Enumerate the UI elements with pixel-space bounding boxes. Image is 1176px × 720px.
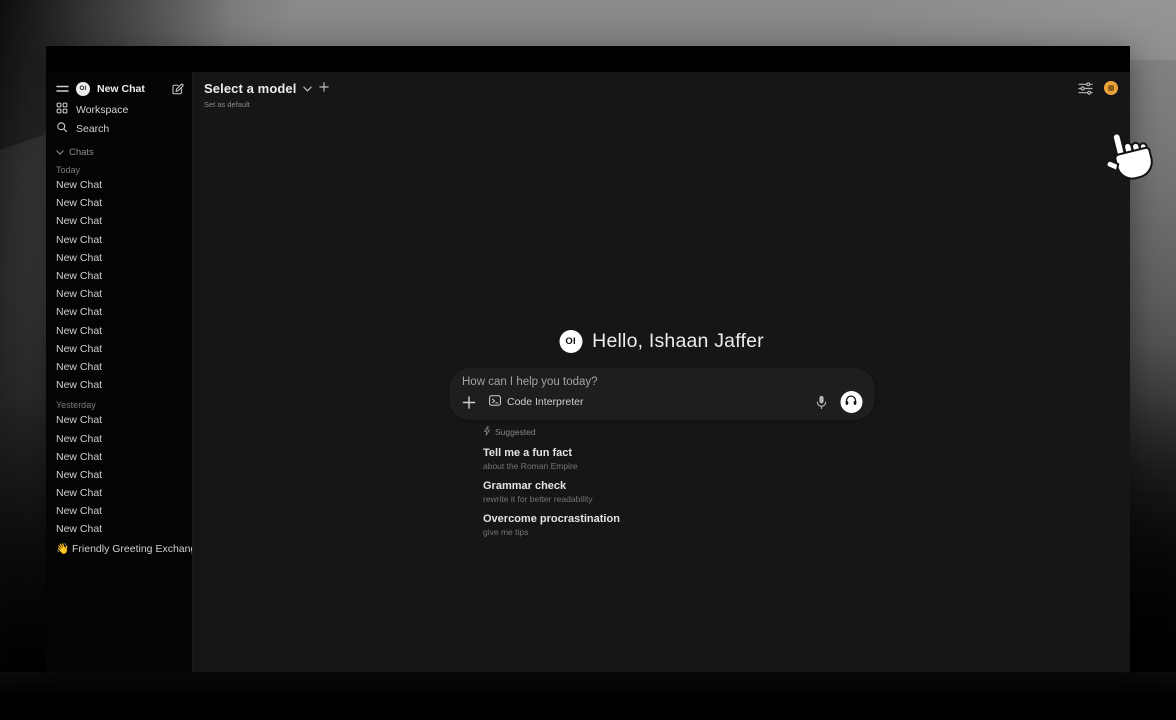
new-chat-icon[interactable] xyxy=(171,83,184,96)
microphone-icon[interactable] xyxy=(815,395,827,410)
suggested-prompt[interactable]: Grammar check rewrite it for better read… xyxy=(483,480,874,504)
chat-list-item[interactable]: New Chat xyxy=(56,212,184,230)
chevron-down-icon xyxy=(303,79,312,97)
model-selector-label: Select a model xyxy=(204,81,296,96)
chat-list-item[interactable]: New Chat xyxy=(56,429,184,447)
model-selector[interactable]: Select a model xyxy=(204,79,1118,97)
top-bar: Select a model Set as default xyxy=(193,72,1130,116)
chat-list-item[interactable]: New Chat xyxy=(56,358,184,376)
message-composer: Code Interpreter xyxy=(449,368,874,420)
chat-list-item[interactable]: New Chat xyxy=(56,176,184,194)
sidebar-toggle-icon[interactable] xyxy=(56,84,69,94)
chat-list-item[interactable]: New Chat xyxy=(56,448,184,466)
suggested-prompt-subtitle: give me tips xyxy=(483,527,874,537)
sidebar-title: New Chat xyxy=(97,83,164,95)
chat-list: New ChatNew ChatNew ChatNew ChatNew Chat… xyxy=(56,411,184,538)
chat-list: New ChatNew ChatNew ChatNew ChatNew Chat… xyxy=(56,176,184,394)
app-logo-icon: OI xyxy=(76,82,90,96)
suggested-prompt-title: Grammar check xyxy=(483,480,874,492)
chat-group-today: Today New ChatNew ChatNew ChatNew ChatNe… xyxy=(56,163,184,394)
chat-list-item[interactable]: New Chat xyxy=(56,285,184,303)
chat-list-item[interactable]: New Chat xyxy=(56,267,184,285)
chat-list-item[interactable]: New Chat xyxy=(56,303,184,321)
attach-plus-icon[interactable] xyxy=(462,396,475,409)
chat-list-item[interactable]: New Chat xyxy=(56,376,184,394)
code-interpreter-toggle[interactable]: Code Interpreter xyxy=(488,394,583,410)
suggested-section: Suggested Tell me a fun fact about the R… xyxy=(449,426,874,537)
sidebar-item-workspace[interactable]: Workspace xyxy=(56,100,184,119)
chat-list-item[interactable]: New Chat xyxy=(56,484,184,502)
main-content: Select a model Set as default xyxy=(193,72,1130,672)
chevron-down-icon xyxy=(56,147,64,158)
desktop-background-facet xyxy=(1130,340,1176,680)
sidebar-item-search[interactable]: Search xyxy=(56,119,184,138)
sidebar-item-label: Workspace xyxy=(76,104,128,116)
chat-list-item[interactable]: New Chat xyxy=(56,322,184,340)
suggested-prompt-title: Tell me a fun fact xyxy=(483,447,874,459)
spark-icon xyxy=(483,426,490,438)
chat-list-item[interactable]: New Chat xyxy=(56,520,184,538)
suggested-prompt-list: Tell me a fun fact about the Roman Empir… xyxy=(483,447,874,537)
code-interpreter-label: Code Interpreter xyxy=(507,396,583,408)
chat-list-item[interactable]: New Chat xyxy=(56,466,184,484)
chat-group-label: Today xyxy=(56,163,184,176)
greeting: OI Hello, Ishaan Jaffer xyxy=(449,330,874,353)
add-model-icon[interactable] xyxy=(319,79,329,97)
suggested-prompt[interactable]: Tell me a fun fact about the Roman Empir… xyxy=(483,447,874,471)
headphones-icon xyxy=(845,393,858,411)
set-as-default-button[interactable]: Set as default xyxy=(204,100,1118,109)
chat-list-item[interactable]: New Chat xyxy=(56,340,184,358)
suggested-prompt-subtitle: about the Roman Empire xyxy=(483,461,874,471)
chat-group-label: Yesterday xyxy=(56,398,184,411)
chat-list-item[interactable]: New Chat xyxy=(56,502,184,520)
sidebar-item-label: Search xyxy=(76,123,109,135)
chat-list-item[interactable]: New Chat xyxy=(56,249,184,267)
suggested-label: Suggested xyxy=(495,427,536,437)
suggested-prompt-subtitle: rewrite it for better readability xyxy=(483,494,874,504)
voice-call-button[interactable] xyxy=(840,391,862,413)
user-avatar[interactable] xyxy=(1104,81,1118,95)
window-titlebar xyxy=(46,46,1130,72)
chat-list-item-named[interactable]: 👋 Friendly Greeting Exchange xyxy=(56,540,184,558)
app-window: OI New Chat Workspace xyxy=(46,46,1130,672)
chats-section-label: Chats xyxy=(69,147,94,158)
message-input[interactable] xyxy=(462,376,862,390)
suggested-prompt[interactable]: Overcome procrastination give me tips xyxy=(483,513,874,537)
desktop-background-bar xyxy=(0,672,1176,720)
chat-list-item[interactable]: New Chat xyxy=(56,231,184,249)
chats-section-toggle[interactable]: Chats xyxy=(56,145,184,159)
suggested-prompt-title: Overcome procrastination xyxy=(483,513,874,525)
chat-group-yesterday: Yesterday New ChatNew ChatNew ChatNew Ch… xyxy=(56,398,184,538)
app-logo-icon: OI xyxy=(559,330,582,353)
search-icon xyxy=(56,121,68,136)
sidebar: OI New Chat Workspace xyxy=(46,72,193,672)
chat-list-item[interactable]: New Chat xyxy=(56,411,184,429)
greeting-text: Hello, Ishaan Jaffer xyxy=(592,330,764,353)
chat-list-item[interactable]: New Chat xyxy=(56,194,184,212)
terminal-icon xyxy=(488,394,501,410)
controls-sliders-icon[interactable] xyxy=(1078,82,1093,95)
workspace-grid-icon xyxy=(56,102,68,117)
